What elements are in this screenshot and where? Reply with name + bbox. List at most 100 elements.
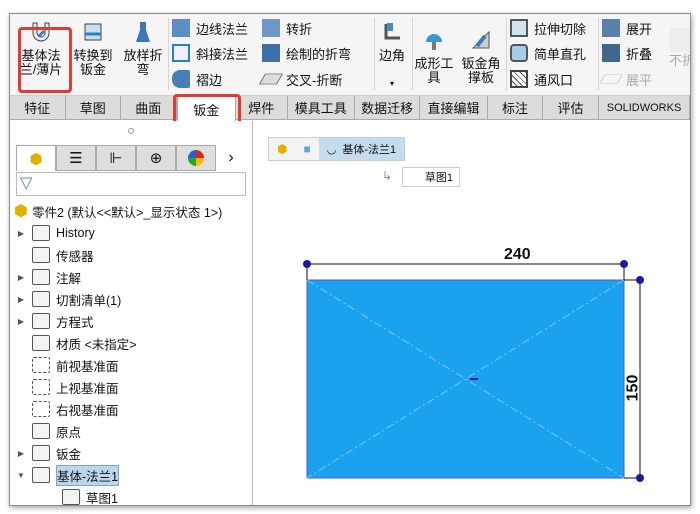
- base-flange-icon: [32, 467, 50, 483]
- tab-sketch[interactable]: 草图: [66, 96, 121, 119]
- gusset-icon: [471, 30, 490, 49]
- expand-arrow-icon[interactable]: ▶: [10, 295, 32, 304]
- child-arrow-icon: ↳: [382, 169, 393, 183]
- tab-data-migration[interactable]: 数据迁移: [355, 96, 421, 119]
- sketched-bend-icon: [262, 44, 280, 62]
- hem-icon: [172, 70, 190, 88]
- tree-root-part[interactable]: ⬢ 零件2 (默认<<默认>_显示状态 1>): [10, 200, 253, 222]
- tab-features[interactable]: 特征: [10, 96, 66, 119]
- part-icon: ⬢: [277, 142, 288, 156]
- display-pie-icon: [188, 150, 204, 166]
- corners-button[interactable]: 边角 ▾: [374, 20, 410, 91]
- flatten-button[interactable]: 展平: [599, 68, 652, 90]
- sheet-metal-folder-icon: [32, 445, 50, 461]
- simple-hole-button[interactable]: 简单直孔: [510, 42, 586, 64]
- breadcrumb-part[interactable]: ⬢: [269, 138, 295, 160]
- configuration-tree-icon: ⊩: [109, 150, 123, 167]
- lofted-bend-button[interactable]: 放样折弯: [122, 20, 164, 77]
- lofted-bend-icon: [136, 22, 150, 42]
- corners-dropdown-arrow-icon[interactable]: ▾: [374, 77, 410, 91]
- chevron-right-icon[interactable]: ›: [216, 145, 246, 171]
- tree-item-equations[interactable]: ▶ 方程式: [10, 310, 253, 332]
- gusset-button[interactable]: 钣金角撑板: [458, 28, 504, 85]
- solid-body-icon: ■: [303, 142, 311, 156]
- sensors-folder-icon: [32, 247, 50, 263]
- miter-flange-button[interactable]: 斜接法兰: [172, 42, 248, 64]
- forming-tool-button[interactable]: 成形工具: [410, 28, 458, 85]
- plane-icon: [32, 357, 50, 373]
- command-manager-tabs: 特征 草图 曲面 钣金 焊件 模具工具 数据迁移 直接编辑 标注 评估 SOLI…: [10, 96, 690, 121]
- convert-to-sheet-metal-button[interactable]: 转换到钣金: [72, 20, 114, 77]
- tree-item-top-plane[interactable]: 上视基准面: [10, 376, 253, 398]
- tab-solidworks-addins[interactable]: SOLIDWORKS: [599, 96, 690, 119]
- fold-button[interactable]: 折叠: [602, 42, 652, 64]
- expand-arrow-icon[interactable]: ▶: [10, 273, 32, 282]
- part-icon: ⬢: [14, 203, 28, 220]
- sketch-icon: [62, 489, 80, 505]
- tree-item-annotations[interactable]: ▶ 注解: [10, 266, 253, 288]
- construction-diagonal: [306, 279, 625, 479]
- tree-item-right-plane[interactable]: 右视基准面: [10, 398, 253, 420]
- breadcrumb-sketch[interactable]: 草图1: [402, 167, 460, 187]
- expand-arrow-icon[interactable]: ▶: [10, 449, 32, 458]
- annotations-folder-icon: [32, 269, 50, 285]
- tab-weldments[interactable]: 焊件: [236, 96, 288, 119]
- tab-evaluate[interactable]: 评估: [543, 96, 599, 119]
- unfold-button[interactable]: 展开: [602, 17, 652, 39]
- simple-hole-icon: [510, 44, 528, 62]
- breadcrumb-body[interactable]: ■: [295, 138, 318, 160]
- tab-surfaces[interactable]: 曲面: [121, 96, 177, 119]
- property-manager-tab[interactable]: ☰: [56, 145, 96, 171]
- corner-icon: [384, 23, 400, 40]
- jog-icon: [262, 19, 280, 37]
- tree-filter-input[interactable]: ▽: [16, 172, 246, 196]
- base-flange-icon: ◡: [326, 143, 337, 156]
- tree-item-front-plane[interactable]: 前视基准面: [10, 354, 253, 376]
- extruded-cut-button[interactable]: 拉伸切除: [510, 17, 586, 39]
- expand-arrow-icon[interactable]: ▶: [10, 317, 32, 326]
- tree-item-sketch1[interactable]: 草图1: [10, 486, 253, 505]
- extruded-cut-icon: [510, 19, 528, 37]
- edge-flange-icon: [172, 19, 190, 37]
- configuration-manager-tab[interactable]: ⊩: [96, 145, 136, 171]
- height-dimension[interactable]: 150: [624, 375, 642, 402]
- breadcrumb-feature[interactable]: ◡ 基体-法兰1: [318, 138, 405, 160]
- breadcrumb: ⬢ ■ ◡ 基体-法兰1: [268, 137, 406, 161]
- tab-mold-tools[interactable]: 模具工具: [288, 96, 355, 119]
- tree-item-cut-list[interactable]: ▶ 切割清单(1): [10, 288, 253, 310]
- no-bends-button[interactable]: 不折: [662, 28, 690, 68]
- no-bends-icon: [670, 28, 690, 52]
- cut-list-icon: [32, 291, 50, 307]
- plane-icon: [32, 379, 50, 395]
- jog-button[interactable]: 转折: [262, 17, 312, 39]
- tab-markup[interactable]: 标注: [488, 96, 544, 119]
- panel-splitter-handle[interactable]: [128, 128, 134, 134]
- hem-button[interactable]: 褶边: [172, 68, 222, 90]
- collapse-arrow-icon[interactable]: ▼: [10, 471, 32, 480]
- edge-flange-button[interactable]: 边线法兰: [172, 17, 248, 39]
- tree-item-sheet-metal[interactable]: ▶ 钣金: [10, 442, 253, 464]
- sketched-bend-button[interactable]: 绘制的折弯: [262, 42, 351, 64]
- vent-icon: [510, 70, 528, 88]
- feature-manager-panel: ⬢ ☰ ⊩ ⊕ › ▽ ⬢ 零件2 (默认<<默认>_显示状态 1>) ▶ Hist…: [10, 121, 253, 505]
- tree-item-material[interactable]: 材质 <未指定>: [10, 332, 253, 354]
- fold-icon: [602, 44, 620, 62]
- graphics-area[interactable]: ⬢ ■ ◡ 基体-法兰1 ↳ 草图1 240 150: [254, 121, 690, 505]
- sketch-view: [303, 260, 644, 482]
- history-folder-icon: [32, 225, 50, 241]
- material-icon: [32, 335, 50, 351]
- tree-item-base-flange1[interactable]: ▼ 基体-法兰1: [10, 464, 253, 486]
- tab-direct-editing[interactable]: 直接编辑: [420, 96, 488, 119]
- construction-diagonal: [306, 279, 625, 479]
- width-dimension[interactable]: 240: [504, 246, 531, 264]
- tree-item-sensors[interactable]: 传感器: [10, 244, 253, 266]
- base-flange-rectangle[interactable]: [306, 279, 625, 479]
- cross-break-button[interactable]: 交叉-折断: [258, 68, 342, 90]
- dimxpert-tab[interactable]: ⊕: [136, 145, 176, 171]
- vent-button[interactable]: 通风口: [510, 68, 573, 90]
- expand-arrow-icon[interactable]: ▶: [10, 229, 32, 238]
- tree-item-history[interactable]: ▶ History: [10, 222, 253, 244]
- tree-item-origin[interactable]: 原点: [10, 420, 253, 442]
- display-manager-tab[interactable]: [176, 145, 216, 171]
- feature-manager-tab[interactable]: ⬢: [16, 145, 56, 171]
